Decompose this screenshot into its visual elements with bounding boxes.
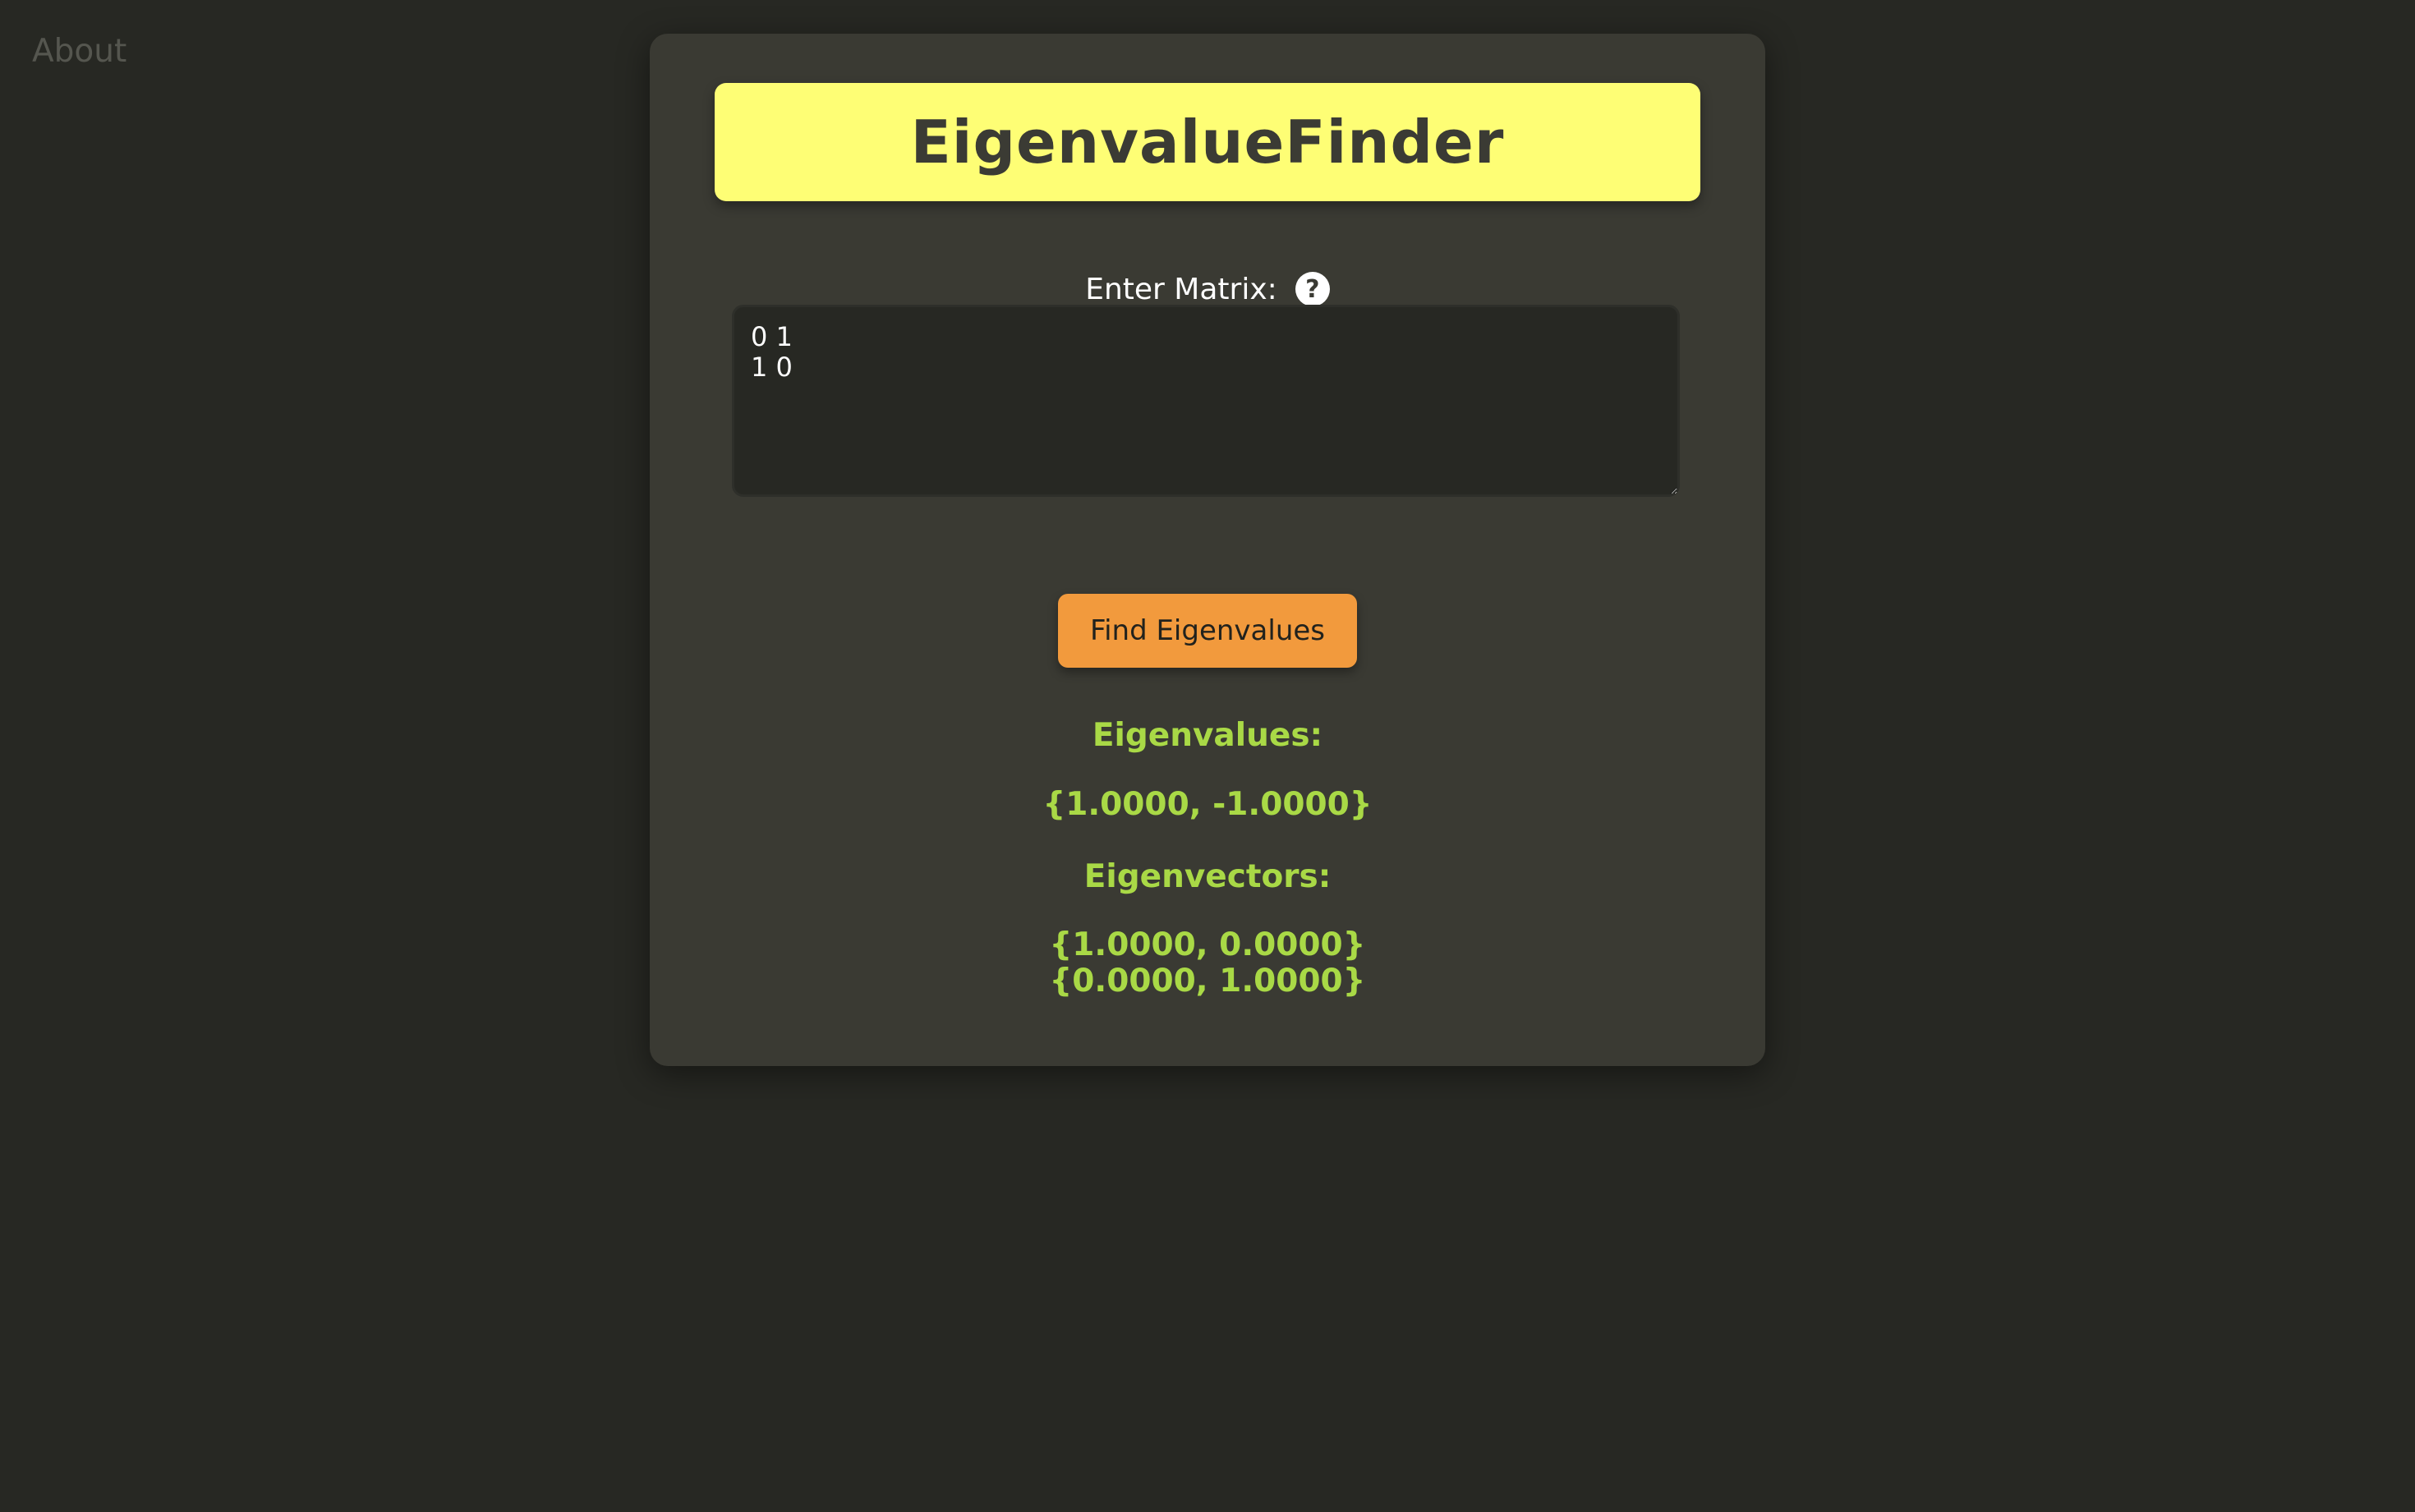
matrix-label: Enter Matrix: xyxy=(1085,272,1277,306)
main-card: EigenvalueFinder Enter Matrix: ? Find Ei… xyxy=(650,34,1765,1066)
eigenvectors-heading: Eigenvectors: xyxy=(1083,858,1332,895)
eigenvectors-list: {1.0000, 0.0000} {0.0000, 1.0000} xyxy=(650,927,1765,1000)
page-title: EigenvalueFinder xyxy=(910,108,1505,177)
question-circle-icon[interactable]: ? xyxy=(1295,272,1330,306)
matrix-label-row: Enter Matrix: ? xyxy=(650,272,1765,306)
eigenvector-row: {0.0000, 1.0000} xyxy=(1049,963,1366,1000)
eigenvalues-value: {1.0000, -1.0000} xyxy=(1042,786,1373,823)
about-link[interactable]: About xyxy=(32,33,126,70)
matrix-input[interactable] xyxy=(732,305,1680,497)
title-banner: EigenvalueFinder xyxy=(715,83,1700,201)
eigenvector-row: {1.0000, 0.0000} xyxy=(1049,926,1366,963)
eigenvalues-heading: Eigenvalues: xyxy=(1092,717,1323,754)
find-eigenvalues-button[interactable]: Find Eigenvalues xyxy=(1058,594,1357,668)
